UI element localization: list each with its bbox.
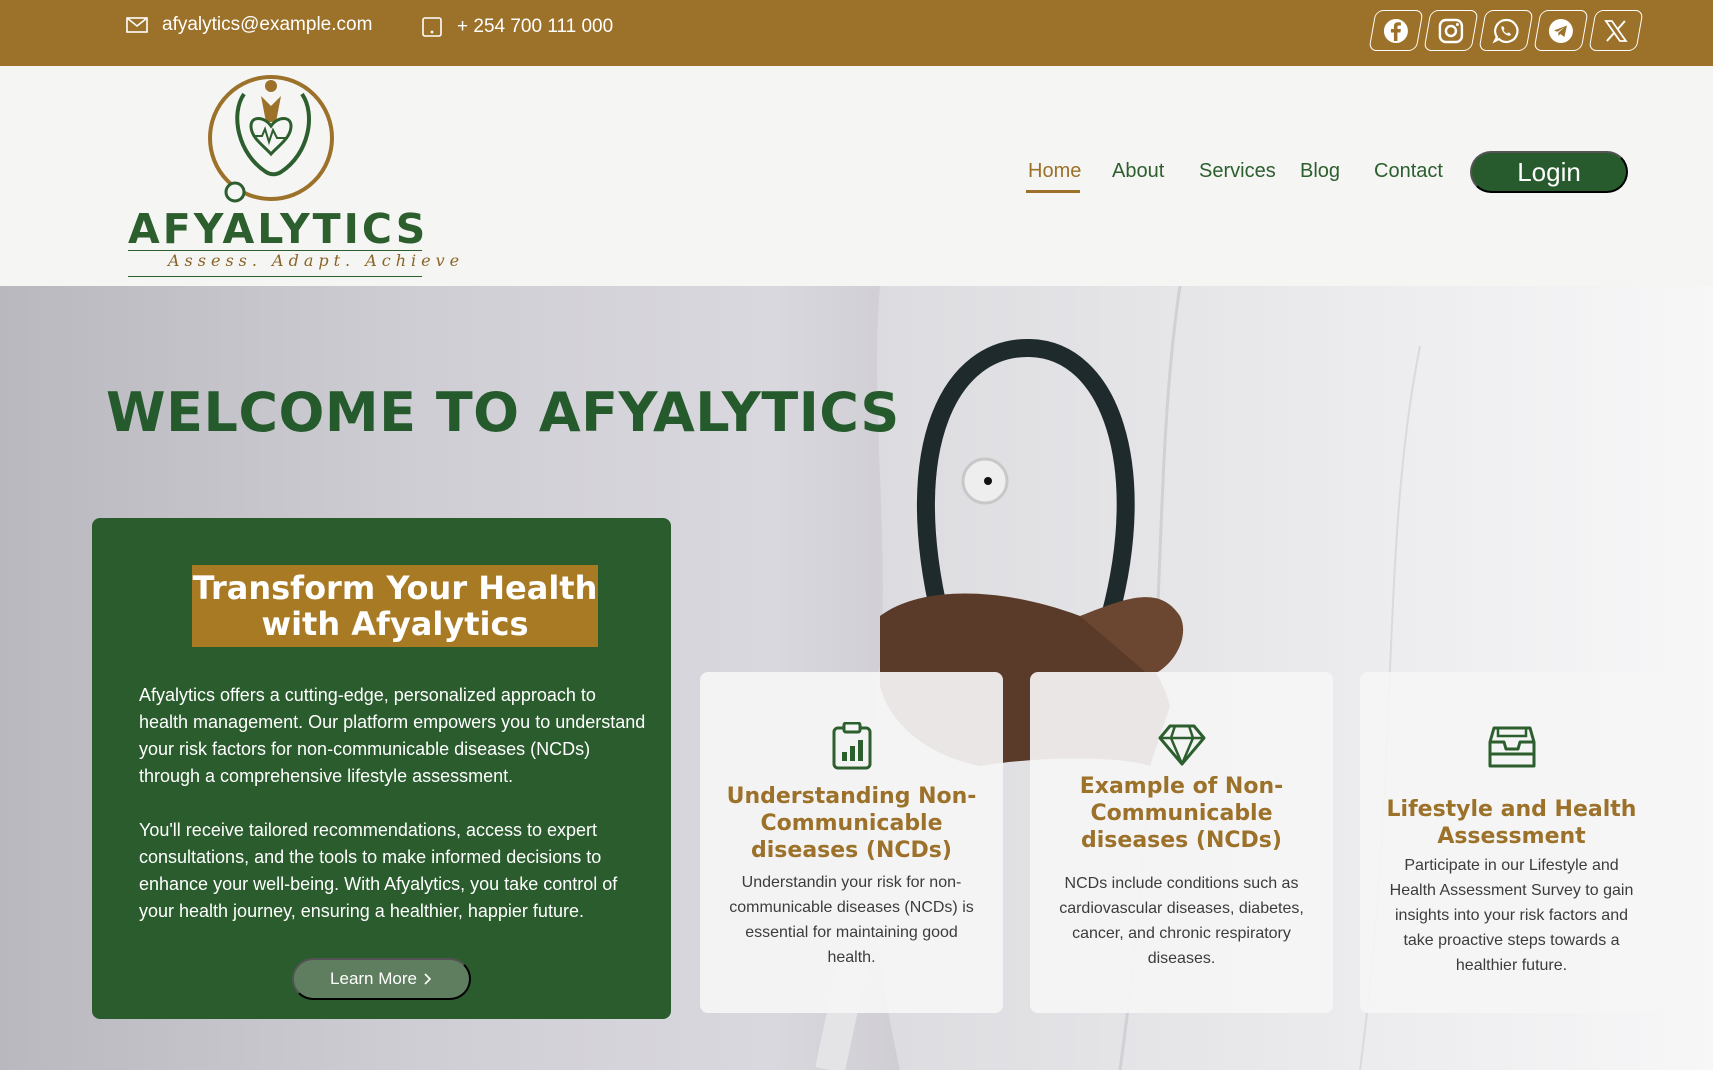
email-text: afyalytics@example.com [162, 14, 373, 35]
phone-contact[interactable]: + 254 700 111 000 [421, 16, 613, 38]
instagram-link[interactable] [1422, 10, 1479, 51]
intro-card: Transform Your Health with Afyalytics Af… [92, 518, 671, 1019]
social-links [1367, 10, 1644, 51]
nav-about[interactable]: About [1112, 160, 1164, 183]
intro-paragraph-2: You'll receive tailored recommendations,… [139, 820, 618, 921]
facebook-link[interactable] [1367, 10, 1424, 51]
whatsapp-link[interactable] [1477, 10, 1534, 51]
ncd-examples-card[interactable]: Example of Non-Communicable diseases (NC… [1030, 672, 1333, 1013]
logo-wordmark: AFYALYTICS [128, 205, 429, 253]
learn-more-label: Learn More [330, 969, 417, 988]
hero-section: WELCOME TO AFYALYTICS Transform Your Hea… [0, 286, 1713, 1070]
intro-paragraph-1: Afyalytics offers a cutting-edge, person… [139, 685, 646, 786]
intro-heading-line-2: with Afyalytics [261, 605, 529, 643]
ncd-understanding-title: Understanding Non-Communicable diseases … [726, 784, 977, 863]
nav-blog[interactable]: Blog [1300, 160, 1340, 183]
inbox-icon [1360, 724, 1663, 770]
chevron-right-icon [424, 973, 432, 985]
phone-text: + 254 700 111 000 [457, 16, 614, 37]
lifestyle-assessment-card[interactable]: Lifestyle and Health Assessment Particip… [1360, 672, 1663, 1013]
ncd-examples-text: NCDs include conditions such as cardiova… [1059, 875, 1304, 967]
diamond-icon [1030, 724, 1333, 766]
ncd-examples-title: Example of Non-Communicable diseases (NC… [1079, 774, 1284, 853]
nav-home[interactable]: Home [1028, 160, 1081, 183]
facebook-icon [1367, 10, 1424, 51]
intro-heading-line-1: Transform Your Health [192, 569, 598, 607]
page-bottom-edge [0, 1070, 1713, 1077]
instagram-icon [1422, 10, 1479, 51]
nav-services[interactable]: Services [1199, 160, 1276, 183]
phone-icon [422, 17, 442, 37]
whatsapp-icon [1477, 10, 1534, 51]
nav-active-indicator [1026, 190, 1080, 193]
hero-title: WELCOME TO AFYALYTICS [106, 381, 900, 444]
intro-card-heading: Transform Your Health with Afyalytics [192, 565, 598, 647]
envelope-icon [126, 17, 148, 33]
stethoscope-heart-logo-icon [208, 75, 334, 203]
logo-tagline: Assess. Adapt. Achieve [168, 251, 465, 270]
telegram-icon [1532, 10, 1589, 51]
x-link[interactable] [1587, 10, 1644, 51]
ncd-understanding-card[interactable]: Understanding Non-Communicable diseases … [700, 672, 1003, 1013]
learn-more-button[interactable]: Learn More [292, 958, 471, 1000]
telegram-link[interactable] [1532, 10, 1589, 51]
top-contact-bar: afyalytics@example.com + 254 700 111 000 [0, 0, 1713, 66]
email-contact[interactable]: afyalytics@example.com [126, 14, 372, 36]
nav-contact[interactable]: Contact [1374, 160, 1443, 183]
lifestyle-assessment-title: Lifestyle and Health Assessment [1386, 797, 1637, 849]
ncd-understanding-text: Understandin your risk for non-communica… [729, 874, 974, 966]
clipboard-chart-icon [700, 722, 1003, 770]
login-button[interactable]: Login [1470, 151, 1628, 193]
logo-underline [128, 276, 422, 277]
x-icon [1587, 10, 1644, 51]
lifestyle-assessment-text: Participate in our Lifestyle and Health … [1389, 857, 1634, 974]
